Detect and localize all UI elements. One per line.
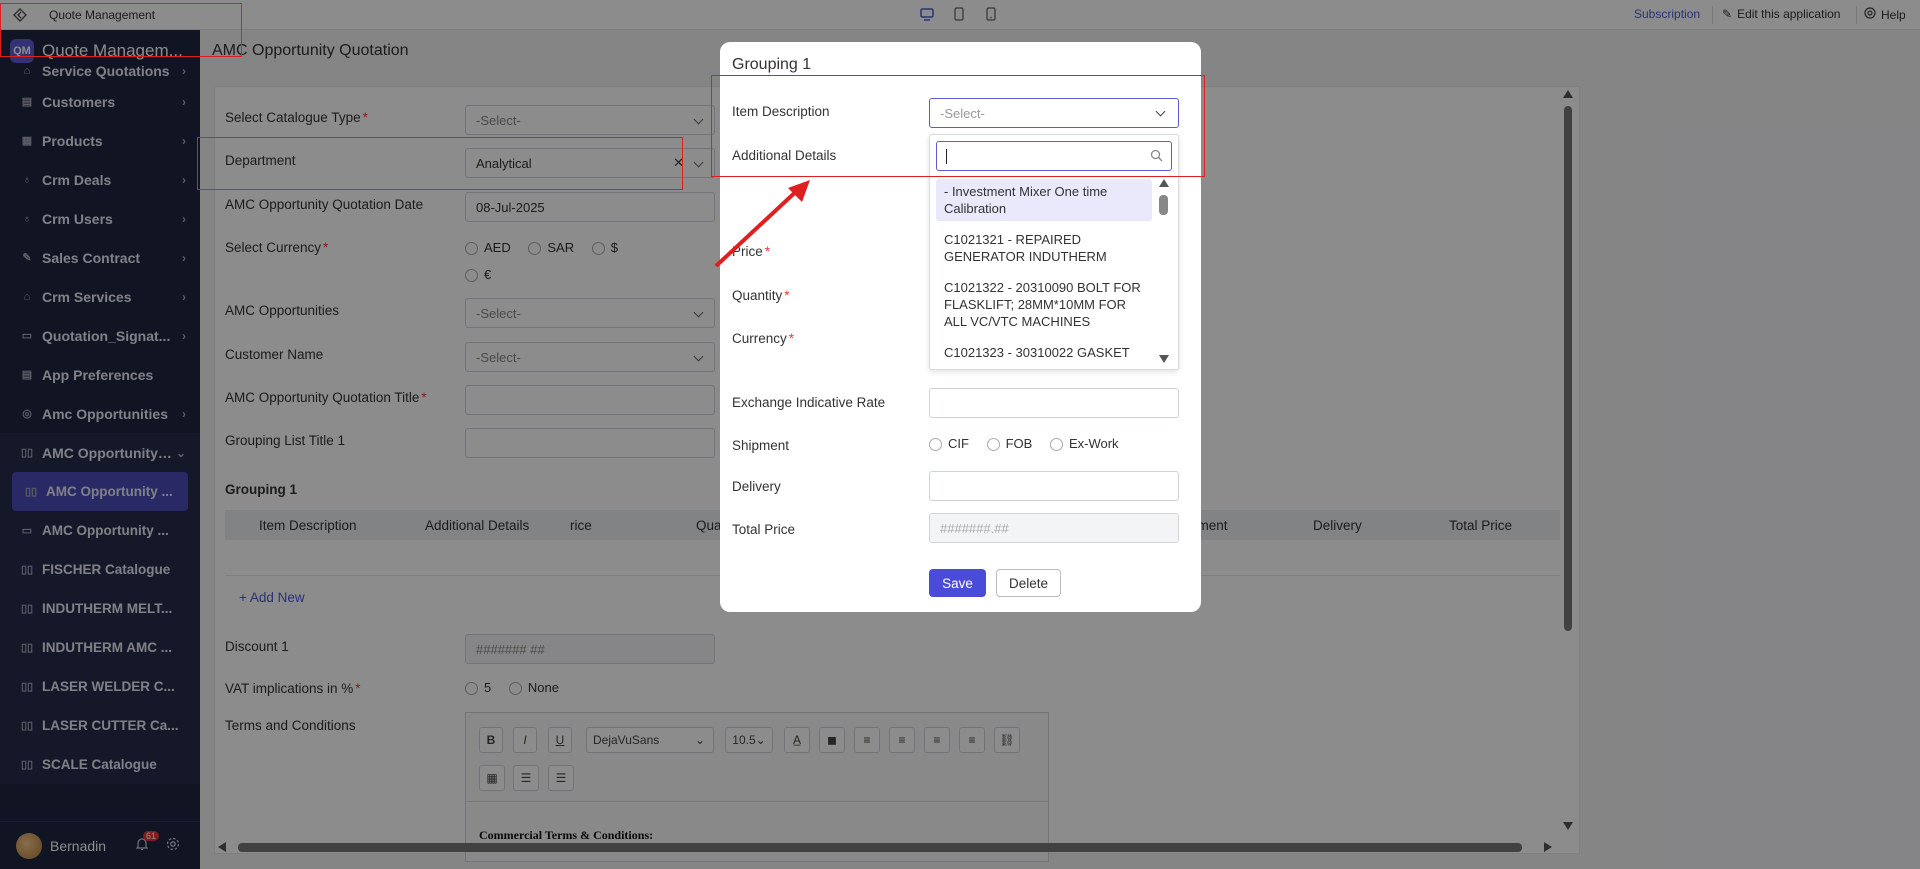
dropdown-option[interactable]: C1021323 - 30310022 GASKET: [936, 340, 1152, 365]
shipment-radio-group: CIF FOB Ex-Work: [929, 436, 1133, 452]
shipment-option-fob[interactable]: FOB: [986, 436, 1033, 452]
scroll-down-icon[interactable]: [1159, 355, 1169, 363]
quantity-label: Quantity *: [732, 288, 790, 303]
delete-button[interactable]: Delete: [996, 569, 1061, 597]
shipment-option-cif[interactable]: CIF: [929, 436, 969, 452]
highlight-box-item-description: [711, 75, 1205, 177]
shipment-label: Shipment: [732, 438, 790, 453]
currency-label: Currency *: [732, 331, 794, 346]
total-price-input[interactable]: #######.##: [929, 513, 1179, 543]
annotation-arrow-icon: [714, 180, 810, 268]
dropdown-scrollbar[interactable]: [1157, 179, 1171, 367]
exchange-rate-label: Exchange Indicative Rate: [732, 395, 886, 410]
exchange-rate-input[interactable]: [929, 388, 1179, 418]
dropdown-options-list: - Investment Mixer One time Calibration …: [936, 179, 1152, 367]
modal-title: Grouping 1: [732, 56, 812, 73]
radio-button[interactable]: [986, 438, 1000, 452]
shipment-option-ex-work[interactable]: Ex-Work: [1049, 436, 1119, 452]
scroll-thumb[interactable]: [1159, 195, 1168, 215]
dropdown-option[interactable]: - Investment Mixer One time Calibration: [936, 179, 1152, 221]
total-price-label: Total Price: [732, 522, 796, 537]
save-button[interactable]: Save: [929, 569, 986, 597]
label-text: Currency: [732, 331, 787, 346]
delivery-label: Delivery: [732, 479, 781, 494]
dropdown-option[interactable]: C1021322 - 20310090 BOLT FOR FLASKLIFT; …: [936, 275, 1152, 334]
label-text: Quantity: [732, 288, 783, 303]
highlight-box-app-title: [0, 3, 242, 57]
radio-button[interactable]: [1049, 438, 1063, 452]
radio-label: Ex-Work: [1068, 436, 1119, 451]
required-mark: *: [788, 331, 795, 346]
scroll-up-icon[interactable]: [1159, 179, 1169, 187]
radio-button[interactable]: [929, 438, 942, 452]
delivery-input[interactable]: [929, 471, 1179, 501]
radio-label: FOB: [1005, 436, 1033, 451]
highlight-box-department: [197, 137, 683, 190]
dropdown-option[interactable]: C1021321 - REPAIRED GENERATOR INDUTHERM: [936, 227, 1152, 269]
radio-label: CIF: [948, 436, 969, 451]
required-mark: *: [784, 288, 790, 303]
